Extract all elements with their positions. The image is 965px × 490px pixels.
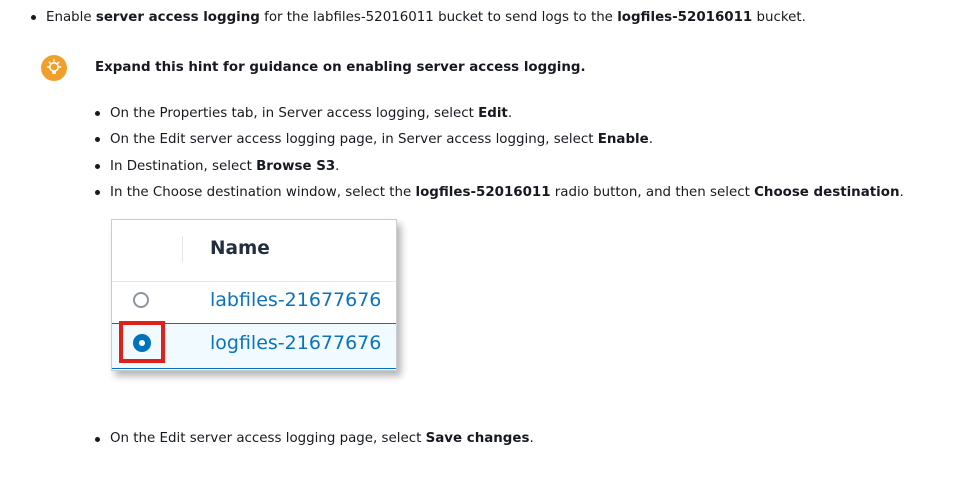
radio-button-unselected[interactable] bbox=[133, 292, 149, 308]
hint-toggle[interactable]: Expand this hint for guidance on enablin… bbox=[95, 59, 586, 77]
step-enable-logging: Enable server access logging for the lab… bbox=[46, 10, 806, 25]
bullet bbox=[31, 15, 36, 20]
bullet bbox=[95, 164, 100, 169]
choose-destination-screenshot: Name labfiles-21677676 logfiles-21677676 bbox=[111, 219, 397, 371]
highlight-box bbox=[119, 321, 165, 363]
bullet bbox=[95, 137, 100, 142]
column-divider bbox=[182, 236, 183, 262]
substep-3: In Destination, select Browse S3. bbox=[110, 159, 340, 174]
bullet bbox=[95, 111, 100, 116]
bullet bbox=[95, 190, 100, 195]
table-header: Name bbox=[112, 220, 396, 282]
final-step: On the Edit server access logging page, … bbox=[110, 431, 534, 446]
substep-2: On the Edit server access logging page, … bbox=[110, 132, 653, 147]
substep-1: On the Properties tab, in Server access … bbox=[110, 106, 513, 121]
bucket-link[interactable]: logfiles-21677676 bbox=[210, 332, 381, 354]
bullet bbox=[95, 437, 100, 442]
lightbulb-icon[interactable] bbox=[41, 55, 67, 81]
lightbulb-glyph bbox=[46, 58, 62, 74]
bucket-link[interactable]: labfiles-21677676 bbox=[210, 289, 381, 311]
substep-4: In the Choose destination window, select… bbox=[110, 185, 904, 200]
name-column-header: Name bbox=[210, 238, 270, 259]
